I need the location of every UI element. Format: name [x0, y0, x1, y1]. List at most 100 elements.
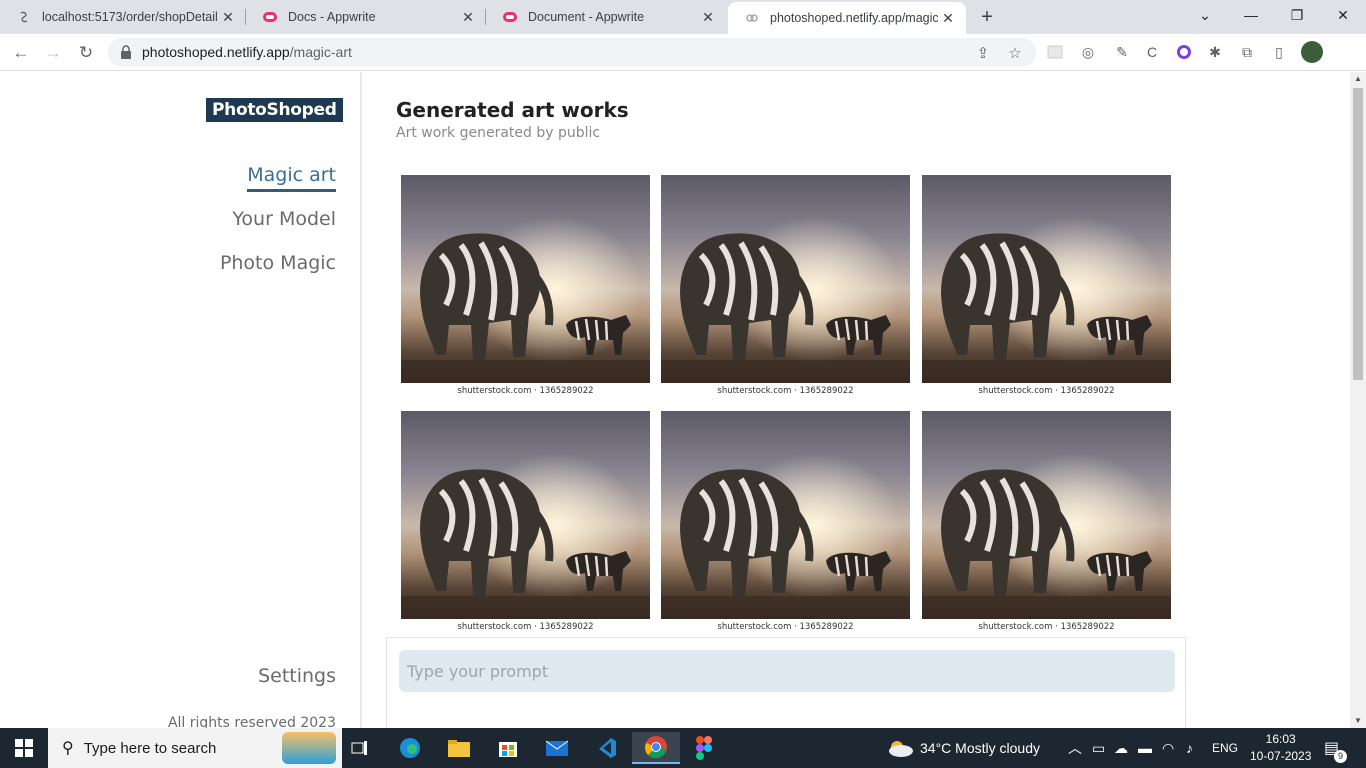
art-caption: shutterstock.com · 1365289022	[978, 386, 1115, 396]
tab-title: Document - Appwrite	[528, 10, 645, 24]
art-card[interactable]: shutterstock.com · 1365289022	[661, 175, 910, 401]
extension-color-icon[interactable]	[1175, 43, 1193, 61]
scroll-up-arrow-icon[interactable]: ▲	[1350, 72, 1366, 86]
vscode-icon[interactable]	[586, 732, 626, 764]
close-window-icon[interactable]: ✕	[1320, 0, 1366, 30]
battery-icon[interactable]: ▬	[1138, 728, 1152, 768]
art-caption: shutterstock.com · 1365289022	[457, 622, 594, 632]
art-image[interactable]	[661, 411, 910, 619]
copyright-text: All rights reserved 2023	[167, 715, 336, 728]
extensions-puzzle-icon[interactable]: ⧉	[1238, 43, 1256, 61]
reload-icon[interactable]: ↻	[73, 40, 99, 66]
tab-photoshoped[interactable]: photoshoped.netlify.app/magic-a ✕	[728, 2, 966, 34]
tab-search-chevron-icon[interactable]: ⌄	[1182, 0, 1228, 30]
device-icon[interactable]: ▭	[1092, 728, 1105, 768]
nav-your-model[interactable]: Your Model	[232, 208, 336, 230]
art-caption: shutterstock.com · 1365289022	[457, 386, 594, 396]
art-image[interactable]	[922, 175, 1171, 383]
language-indicator[interactable]: ENG	[1212, 728, 1238, 768]
notification-badge: 9	[1334, 750, 1347, 763]
tab-localhost[interactable]: localhost:5173/order/shopDetails ✕	[0, 0, 246, 34]
lock-icon	[121, 45, 131, 59]
art-image[interactable]	[401, 411, 650, 619]
beach-illustration-icon	[282, 732, 336, 764]
art-card[interactable]: shutterstock.com · 1365289022	[401, 175, 650, 401]
wifi-icon[interactable]: ◠	[1162, 728, 1174, 768]
art-card[interactable]: shutterstock.com · 1365289022	[401, 411, 650, 637]
art-caption: shutterstock.com · 1365289022	[717, 386, 854, 396]
cloud-icon	[889, 741, 913, 757]
nav-settings[interactable]: Settings	[258, 665, 336, 687]
forward-icon[interactable]: →	[40, 40, 66, 66]
extension-code-icon[interactable]: C	[1143, 43, 1161, 61]
close-tab-icon[interactable]: ✕	[698, 9, 718, 26]
volume-icon[interactable]: ♪	[1186, 728, 1193, 768]
onedrive-icon[interactable]: ☁	[1114, 728, 1128, 768]
tab-title: photoshoped.netlify.app/magic-a	[770, 11, 938, 25]
close-tab-icon[interactable]: ✕	[218, 9, 238, 26]
notifications-icon[interactable]: ▤ 9	[1324, 728, 1347, 768]
task-view-icon[interactable]	[340, 732, 380, 764]
windows-taskbar: ⚲ Type here to search 34°C Mostly cloudy…	[0, 728, 1366, 768]
tab-strip: localhost:5173/order/shopDetails ✕ Docs …	[0, 0, 1366, 34]
extension-target-icon[interactable]: ◎	[1079, 43, 1097, 61]
art-image[interactable]	[401, 175, 650, 383]
close-tab-icon[interactable]: ✕	[458, 9, 478, 26]
art-card[interactable]: shutterstock.com · 1365289022	[922, 411, 1171, 637]
art-caption: shutterstock.com · 1365289022	[978, 622, 1115, 632]
share-icon[interactable]: ⇪	[974, 44, 992, 62]
sidebar: PhotoShoped Magic art Your Model Photo M…	[0, 72, 362, 728]
search-icon: ⚲	[62, 740, 74, 757]
show-hidden-icons-icon[interactable]: ︿	[1068, 728, 1082, 768]
scroll-down-arrow-icon[interactable]: ▼	[1350, 714, 1366, 728]
clock[interactable]: 16:03 10-07-2023	[1250, 728, 1311, 768]
address-bar[interactable]: photoshoped.netlify.app/magic-art ⇪ ☆	[108, 38, 1036, 67]
microsoft-store-icon[interactable]	[488, 732, 528, 764]
url-text: photoshoped.netlify.app/magic-art	[142, 44, 352, 60]
link-icon	[744, 10, 760, 26]
chrome-icon[interactable]	[632, 732, 680, 764]
browser-toolbar: ← → ↻ photoshoped.netlify.app/magic-art …	[0, 34, 1366, 71]
prompt-panel	[386, 637, 1186, 728]
minimize-icon[interactable]: —	[1228, 0, 1274, 30]
tab-title: Docs - Appwrite	[288, 10, 376, 24]
appwrite-icon	[502, 9, 518, 25]
restore-icon[interactable]: ❐	[1274, 0, 1320, 30]
weather-widget[interactable]: 34°C Mostly cloudy	[886, 728, 1040, 768]
extension-placeholder-icon[interactable]	[1046, 43, 1064, 61]
page-subtitle: Art work generated by public	[396, 125, 601, 141]
edge-browser-icon[interactable]	[390, 732, 430, 764]
extension-bug-icon[interactable]: ✱	[1206, 43, 1224, 61]
nav-magic-art[interactable]: Magic art	[247, 164, 336, 192]
page-content: PhotoShoped Magic art Your Model Photo M…	[0, 72, 1350, 728]
back-icon[interactable]: ←	[8, 40, 34, 66]
art-caption: shutterstock.com · 1365289022	[717, 622, 854, 632]
close-tab-icon[interactable]: ✕	[938, 10, 958, 27]
mail-icon[interactable]	[537, 732, 577, 764]
taskbar-search[interactable]: ⚲ Type here to search	[48, 728, 342, 768]
tab-title: localhost:5173/order/shopDetails	[42, 10, 218, 24]
tab-docs-appwrite[interactable]: Docs - Appwrite ✕	[246, 0, 486, 34]
new-tab-icon[interactable]: +	[976, 6, 998, 29]
page-title: Generated art works	[396, 98, 629, 122]
page-scrollbar[interactable]: ▲ ▼	[1350, 72, 1366, 728]
extension-pen-icon[interactable]: ✎	[1113, 43, 1131, 61]
figma-icon[interactable]	[684, 732, 724, 764]
art-card[interactable]: shutterstock.com · 1365289022	[922, 175, 1171, 401]
globe-icon	[16, 9, 32, 25]
scroll-thumb[interactable]	[1353, 88, 1363, 380]
main-content: Generated art works Art work generated b…	[364, 72, 1350, 728]
prompt-input[interactable]	[399, 650, 1175, 692]
file-explorer-icon[interactable]	[439, 732, 479, 764]
profile-avatar[interactable]	[1301, 41, 1323, 63]
photoshoped-logo[interactable]: PhotoShoped	[206, 98, 343, 122]
appwrite-icon	[262, 9, 278, 25]
windows-start-icon[interactable]	[4, 732, 44, 764]
nav-photo-magic[interactable]: Photo Magic	[220, 252, 336, 274]
tab-document-appwrite[interactable]: Document - Appwrite ✕	[486, 0, 726, 34]
art-card[interactable]: shutterstock.com · 1365289022	[661, 411, 910, 637]
art-image[interactable]	[922, 411, 1171, 619]
art-image[interactable]	[661, 175, 910, 383]
side-panel-icon[interactable]: ▯	[1270, 43, 1288, 61]
bookmark-star-icon[interactable]: ☆	[1006, 44, 1024, 62]
